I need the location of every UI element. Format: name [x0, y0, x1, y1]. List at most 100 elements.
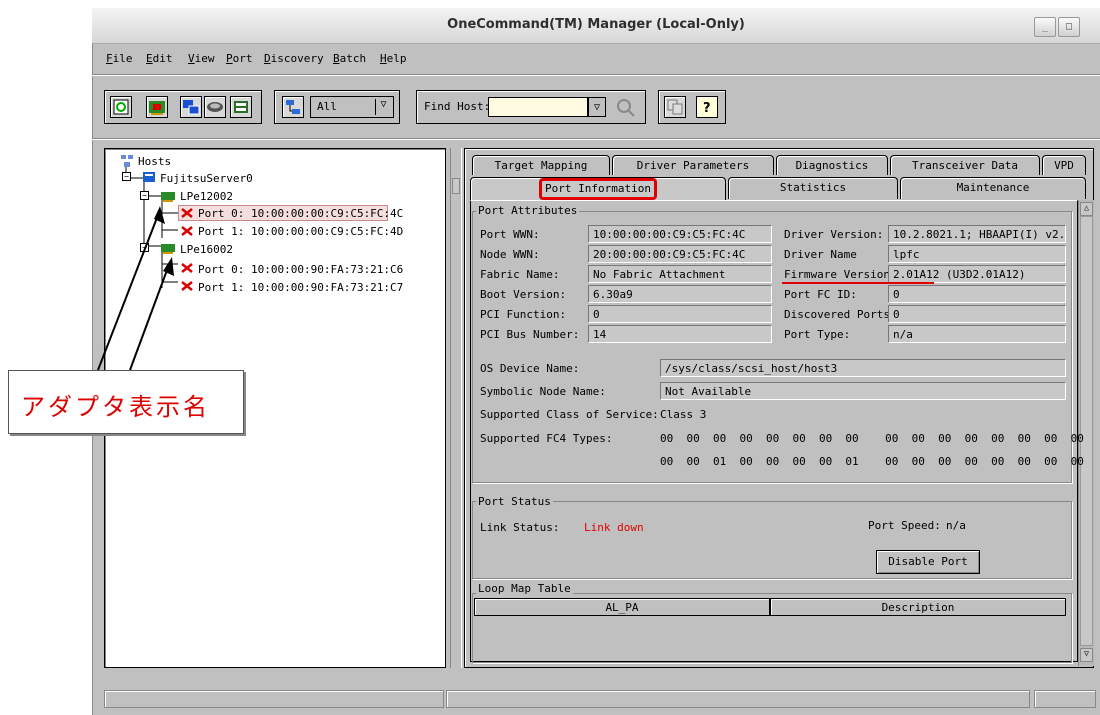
column-header-al-pa[interactable]: AL_PA [474, 598, 770, 616]
port-wwn-label: Port WWN: [480, 228, 540, 241]
maximize-icon[interactable]: □ [1058, 17, 1080, 37]
tab-maintenance[interactable]: Maintenance [900, 177, 1086, 199]
column-header-description[interactable]: Description [770, 598, 1066, 616]
status-bar-middle [446, 690, 1030, 708]
port-attributes-title: Port Attributes [476, 204, 580, 217]
find-host-label: Find Host: [424, 100, 491, 113]
toolbar-separator [92, 138, 1100, 140]
tab-diagnostics[interactable]: Diagnostics [776, 155, 888, 175]
symbolic-node-label: Symbolic Node Name: [480, 385, 606, 398]
menu-file[interactable]: File [106, 52, 133, 65]
port-status-group [472, 501, 1072, 579]
fc4-types-row1: 00 00 00 00 00 00 00 00 00 00 00 00 00 0… [660, 432, 1084, 445]
port-error-icon [180, 280, 194, 292]
fabric-name-label: Fabric Name: [480, 268, 560, 281]
hosts-root-icon [120, 154, 134, 168]
tab-port-information-label: Port Information [539, 178, 657, 200]
splitter-handle[interactable] [452, 178, 460, 194]
panel-splitter[interactable] [450, 148, 462, 668]
menu-view[interactable]: View [188, 52, 215, 65]
tab-vpd[interactable]: VPD [1042, 155, 1086, 175]
node-wwn-value: 20:00:00:00:C9:C5:FC:4C [588, 245, 772, 263]
port-type-value: n/a [888, 325, 1066, 343]
port-speed-value: n/a [946, 519, 966, 532]
collapse-icon[interactable]: − [122, 172, 131, 181]
firmware-version-value: 2.01A12 (U3D2.01A12) [888, 265, 1066, 283]
link-status-value: Link down [584, 521, 644, 534]
scroll-up-icon[interactable]: △ [1080, 202, 1093, 216]
disable-port-button[interactable]: Disable Port [876, 550, 980, 574]
port-speed-label: Port Speed: [868, 519, 941, 532]
pci-function-label: PCI Function: [480, 308, 567, 321]
tree-port-lpe16002-1[interactable]: Port 1: 10:00:00:90:FA:73:21:C7 [198, 281, 403, 294]
collapse-icon[interactable]: − [140, 191, 149, 200]
virtual-port-icon[interactable] [230, 96, 252, 118]
port-error-icon [180, 207, 194, 219]
host-view-icon[interactable] [180, 96, 202, 118]
port-status-title: Port Status [476, 495, 553, 508]
status-bar-left [104, 690, 444, 708]
tab-target-mapping[interactable]: Target Mapping [472, 155, 610, 175]
status-bar-right [1034, 690, 1096, 708]
tree-adapter-lpe12002[interactable]: LPe12002 [180, 190, 233, 203]
menu-help[interactable]: Help [380, 52, 407, 65]
class-of-service-label: Supported Class of Service: [480, 408, 659, 421]
annotation-callout: アダプタ表示名 [8, 370, 244, 434]
fabric-view-icon[interactable] [204, 96, 226, 118]
copy-icon[interactable] [664, 96, 686, 118]
node-wwn-label: Node WWN: [480, 248, 540, 261]
port-fc-id-label: Port FC ID: [784, 288, 857, 301]
port-error-icon [180, 262, 194, 274]
discovered-ports-label: Discovered Ports: [784, 308, 897, 321]
adapter-icon [160, 190, 176, 202]
tree-port-lpe12002-0[interactable]: Port 0: 10:00:00:00:C9:C5:FC:4C [198, 207, 403, 220]
tree-server-node[interactable]: FujitsuServer0 [160, 172, 253, 185]
filter-select[interactable]: All ▽ [310, 96, 394, 118]
firmware-version-label: Firmware Version: [784, 268, 897, 281]
pci-bus-label: PCI Bus Number: [480, 328, 580, 341]
chevron-down-icon[interactable]: ▽ [375, 99, 391, 115]
port-wwn-value: 10:00:00:00:C9:C5:FC:4C [588, 225, 772, 243]
tree-port-lpe16002-0[interactable]: Port 0: 10:00:00:90:FA:73:21:C6 [198, 263, 403, 276]
link-status-label: Link Status: [480, 521, 560, 534]
help-icon[interactable]: ? [696, 96, 718, 118]
menu-edit[interactable]: Edit [146, 52, 173, 65]
firmware-highlight-underline [782, 282, 934, 284]
adapter-chip-icon[interactable] [146, 96, 168, 118]
group-icon[interactable] [282, 96, 304, 118]
title-bar[interactable]: OneCommand(TM) Manager (Local-Only) _ □ [92, 8, 1100, 44]
tab-transceiver-data[interactable]: Transceiver Data [890, 155, 1040, 175]
menu-port[interactable]: Port [226, 52, 253, 65]
driver-version-label: Driver Version: [784, 228, 884, 241]
os-device-label: OS Device Name: [480, 362, 580, 375]
svg-text:?: ? [703, 101, 711, 116]
scroll-thumb[interactable] [1080, 216, 1093, 646]
refresh-icon[interactable] [110, 96, 132, 118]
collapse-icon[interactable]: − [140, 243, 149, 252]
find-search-icon[interactable] [612, 96, 638, 118]
os-device-value: /sys/class/scsi_host/host3 [660, 359, 1066, 377]
tree-port-lpe12002-1[interactable]: Port 1: 10:00:00:00:C9:C5:FC:4D [198, 225, 403, 238]
tab-driver-parameters[interactable]: Driver Parameters [612, 155, 774, 175]
loop-map-title: Loop Map Table [476, 582, 573, 595]
menu-discovery[interactable]: Discovery [264, 52, 324, 65]
menu-separator [92, 74, 1100, 76]
menu-batch[interactable]: Batch [333, 52, 366, 65]
pci-function-value: 0 [588, 305, 772, 323]
fc4-types-row2: 00 00 01 00 00 00 00 01 00 00 00 00 00 0… [660, 455, 1084, 468]
port-error-icon [180, 225, 194, 237]
port-fc-id-value: 0 [888, 285, 1066, 303]
tree-adapter-lpe16002[interactable]: LPe16002 [180, 243, 233, 256]
window-title: OneCommand(TM) Manager (Local-Only) [447, 17, 745, 32]
driver-name-value: lpfc [888, 245, 1066, 263]
tab-port-information[interactable]: Port Information [470, 177, 726, 201]
tree-root-hosts[interactable]: Hosts [138, 155, 171, 168]
menu-bar: File Edit View Port Discovery Batch Help [92, 48, 1100, 70]
find-host-input[interactable] [488, 97, 588, 117]
tab-statistics[interactable]: Statistics [728, 177, 898, 199]
scroll-down-icon[interactable]: ▽ [1080, 648, 1093, 662]
driver-version-value: 10.2.8021.1; HBAAPI(I) v2.3.b [888, 225, 1066, 243]
minimize-icon[interactable]: _ [1034, 17, 1056, 37]
symbolic-node-value: Not Available [660, 382, 1066, 400]
find-host-dropdown-icon[interactable]: ▽ [588, 97, 606, 117]
